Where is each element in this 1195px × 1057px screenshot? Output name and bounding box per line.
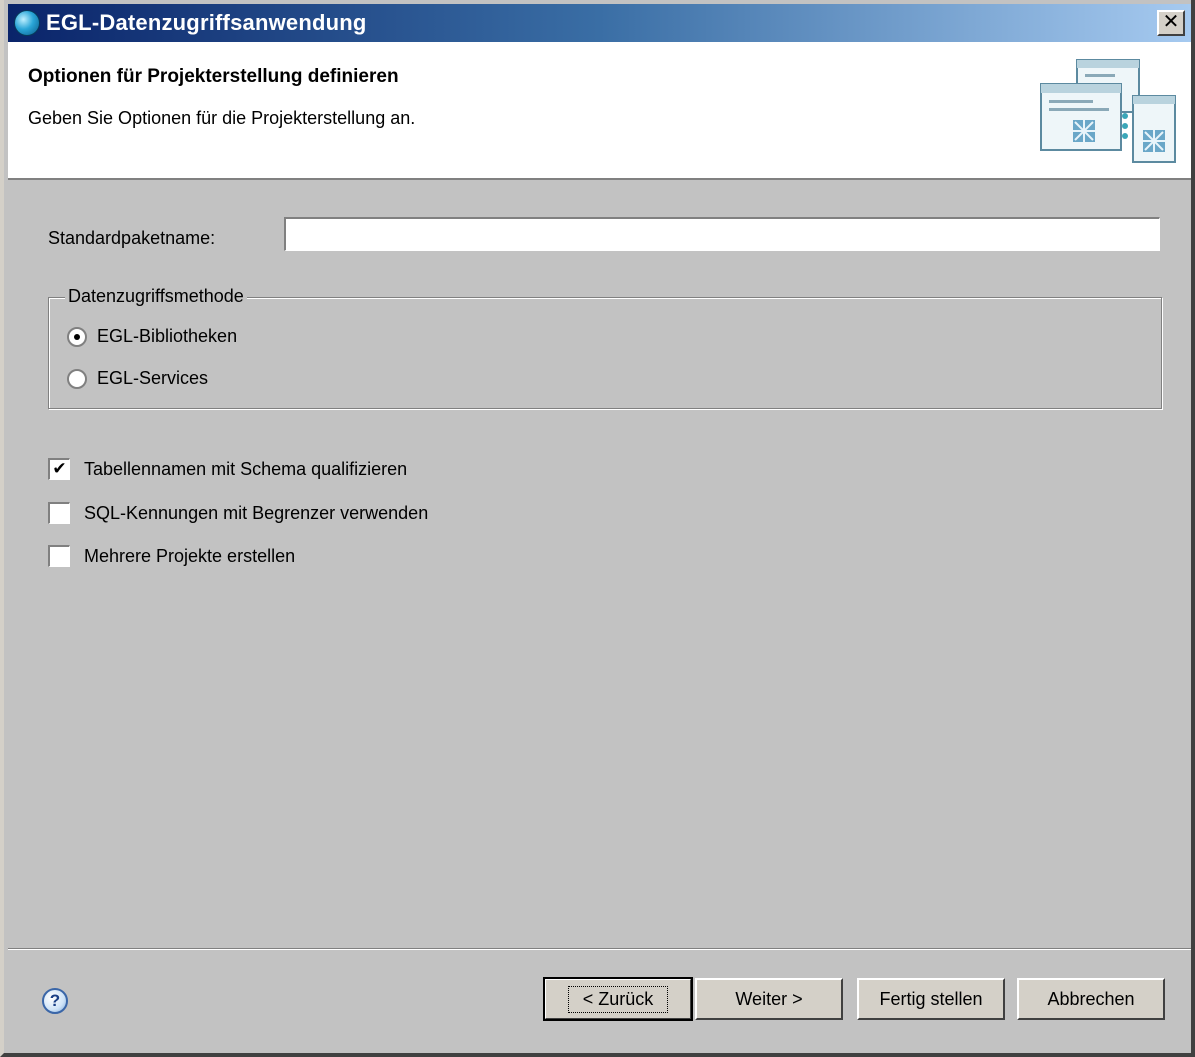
- radio-label: EGL-Bibliotheken: [97, 326, 238, 346]
- checkbox-checked[interactable]: ✔: [48, 458, 70, 480]
- page-description: Geben Sie Optionen für die Projekterstel…: [28, 108, 416, 128]
- radio-egl-libraries[interactable]: EGL-Bibliotheken: [67, 326, 237, 347]
- checkbox-label: SQL-Kennungen mit Begrenzer verwenden: [84, 502, 429, 523]
- dialog-window: EGL-Datenzugriffsanwendung ✕ Optionen fü…: [0, 0, 1195, 1057]
- radio-label: EGL-Services: [97, 368, 209, 388]
- package-name-label: Standardpaketname:: [48, 228, 216, 248]
- checkbox-multiple-projects[interactable]: Mehrere Projekte erstellen: [48, 545, 295, 567]
- radio-button[interactable]: [67, 368, 87, 389]
- package-name-input[interactable]: [284, 217, 1160, 251]
- title-bar[interactable]: EGL-Datenzugriffsanwendung ✕: [8, 4, 1191, 42]
- radio-egl-services[interactable]: EGL-Services: [67, 368, 208, 389]
- window-title: EGL-Datenzugriffsanwendung: [46, 10, 367, 35]
- checkbox-delimited-identifiers[interactable]: SQL-Kennungen mit Begrenzer verwenden: [48, 502, 428, 524]
- back-button-label: < Zurück: [567, 985, 669, 1013]
- footer-separator: [8, 948, 1191, 950]
- header-banner: Optionen für Projekterstellung definiere…: [8, 42, 1191, 180]
- wizard-windows-icon: [1040, 59, 1176, 163]
- checkbox[interactable]: [48, 502, 70, 524]
- finish-button[interactable]: Fertig stellen: [857, 978, 1005, 1020]
- checkbox[interactable]: [48, 545, 70, 567]
- access-method-legend: Datenzugriffsmethode: [65, 286, 247, 307]
- close-button[interactable]: ✕: [1157, 10, 1185, 36]
- next-button-label: Weiter >: [735, 988, 803, 1009]
- back-button[interactable]: < Zurück: [543, 977, 693, 1021]
- access-method-group: Datenzugriffsmethode EGL-Bibliotheken EG…: [48, 286, 1162, 409]
- finish-button-label: Fertig stellen: [879, 988, 983, 1009]
- radio-button-selected[interactable]: [67, 326, 87, 347]
- app-globe-icon: [14, 10, 40, 36]
- checkbox-label: Tabellennamen mit Schema qualifizieren: [84, 458, 408, 479]
- help-icon[interactable]: ?: [42, 988, 68, 1014]
- next-button[interactable]: Weiter >: [695, 978, 843, 1020]
- cancel-button-label: Abbrechen: [1047, 988, 1135, 1009]
- checkbox-label: Mehrere Projekte erstellen: [84, 545, 296, 566]
- close-icon: ✕: [1162, 11, 1180, 33]
- page-title: Optionen für Projekterstellung definiere…: [28, 66, 399, 87]
- checkbox-qualify-schema[interactable]: ✔ Tabellennamen mit Schema qualifizieren: [48, 458, 407, 480]
- cancel-button[interactable]: Abbrechen: [1017, 978, 1165, 1020]
